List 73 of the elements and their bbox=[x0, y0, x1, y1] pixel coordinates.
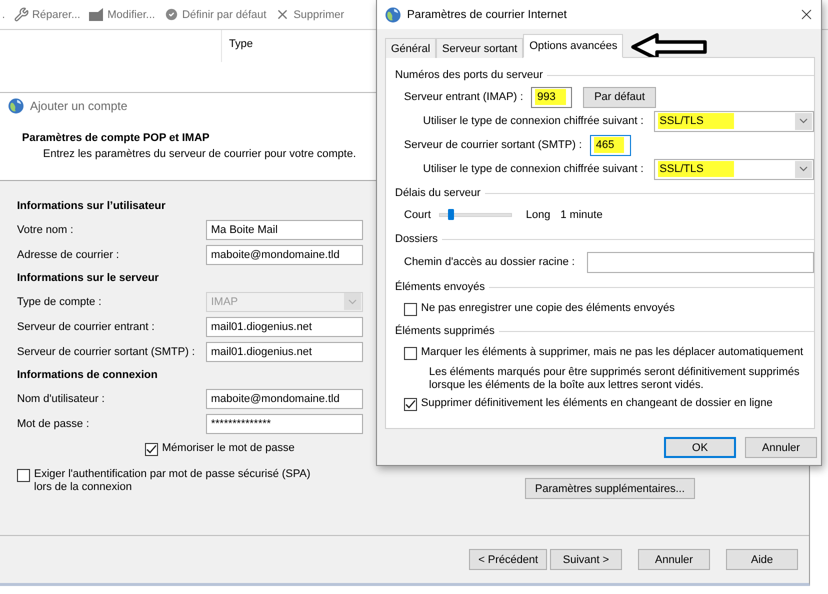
globe-icon bbox=[8, 98, 24, 114]
checkbox[interactable] bbox=[145, 443, 158, 456]
caret-icon bbox=[795, 112, 812, 130]
checkbox-label: Exiger l'authentification par mot de passe sécurisé (SPA) lors de la connexion bbox=[34, 468, 310, 494]
dialog-button[interactable]: OK bbox=[664, 437, 736, 458]
checkbox[interactable] bbox=[17, 469, 30, 482]
column-header[interactable]: Type bbox=[221, 30, 371, 62]
field-label: Serveur entrant (IMAP) : bbox=[404, 91, 524, 103]
globe-icon bbox=[385, 6, 401, 22]
wizard-button[interactable]: < Précédent bbox=[469, 549, 547, 570]
field-label: Chemin d'accès au dossier racine : bbox=[404, 256, 575, 268]
slider-thumb[interactable] bbox=[448, 209, 454, 220]
wizard-button[interactable]: Annuler bbox=[638, 549, 710, 570]
group-title: Dossiers bbox=[395, 233, 438, 245]
dropdown-value: SSL/TLS bbox=[658, 113, 734, 129]
tab[interactable]: Serveur sortant bbox=[436, 38, 524, 58]
input-field[interactable]: mail01.diogenius.net bbox=[206, 342, 363, 362]
field-label: Serveur de courrier sortant (SMTP) : bbox=[404, 139, 582, 151]
field-label: Utiliser le type de connexion chiffrée suivant : bbox=[423, 163, 644, 175]
field-label: Type de compte : bbox=[17, 296, 102, 308]
input-field[interactable]: mail01.diogenius.net bbox=[206, 316, 363, 336]
encryption-dropdown[interactable]: SSL/TLS bbox=[654, 110, 814, 132]
input-field[interactable]: ************** bbox=[206, 414, 363, 434]
port-value: 993 bbox=[535, 89, 566, 105]
field-label: Serveur de courrier entrant : bbox=[17, 320, 156, 332]
field-label: Votre nom : bbox=[17, 224, 74, 236]
caret-icon bbox=[344, 293, 361, 310]
input-field[interactable]: maboite@mondomaine.tld bbox=[206, 388, 363, 408]
group-title: Éléments supprimés bbox=[395, 325, 495, 337]
checkbox[interactable] bbox=[404, 347, 417, 360]
more-settings-button[interactable]: Paramètres supplémentaires... bbox=[525, 478, 695, 499]
field-label: Nom d'utilisateur : bbox=[17, 392, 106, 404]
field-label: Adresse de courrier : bbox=[17, 248, 120, 260]
group-title: Délais du serveur bbox=[395, 187, 481, 199]
field-label: Serveur de courrier sortant (SMTP) : bbox=[17, 346, 196, 358]
input-field[interactable]: maboite@mondomaine.tld bbox=[206, 244, 363, 264]
checkbox-label: Ne pas enregistrer une copie des éléments envoyés bbox=[421, 302, 675, 315]
check-circle-icon bbox=[164, 7, 180, 22]
group-title: Éléments envoyés bbox=[395, 281, 485, 293]
root-folder-field[interactable] bbox=[586, 252, 814, 272]
tab[interactable]: Général bbox=[385, 38, 436, 58]
wizard-button[interactable]: Suivant > bbox=[550, 549, 622, 570]
checkbox[interactable] bbox=[404, 303, 417, 316]
section-title: Informations de connexion bbox=[17, 368, 159, 383]
slider-max-label: Long bbox=[526, 209, 550, 221]
default-button[interactable]: Par défaut bbox=[583, 86, 656, 108]
dropdown-value: SSL/TLS bbox=[658, 161, 734, 177]
group-title: Numéros des ports du serveur bbox=[395, 69, 543, 81]
window-title: Ajouter un compte bbox=[30, 99, 128, 113]
note-text: Les éléments marqués pour être supprimés seront définitivement supprimés lorsque les éléments de la boîte aux lettres seront vidés. bbox=[429, 366, 801, 392]
port-field[interactable]: 465 bbox=[590, 134, 631, 156]
checkbox[interactable] bbox=[404, 398, 417, 411]
block-icon bbox=[89, 8, 104, 21]
port-value: 465 bbox=[594, 137, 624, 153]
port-field[interactable]: 993 bbox=[531, 86, 572, 108]
wrench-icon bbox=[14, 7, 30, 22]
checkbox-label: Supprimer définitivement les éléments en changeant de dossier en ligne bbox=[421, 397, 773, 410]
slider-min-label: Court bbox=[404, 209, 431, 221]
checkbox-label: Mémoriser le mot de passe bbox=[162, 442, 295, 455]
field-label: Utiliser le type de connexion chiffrée suivant : bbox=[423, 115, 644, 127]
page-subtitle: Entrez les paramètres du serveur de courrier pour votre compte. bbox=[43, 148, 356, 160]
page-heading: Paramètres de compte POP et IMAP bbox=[22, 132, 210, 144]
timeout-reading: 1 minute bbox=[560, 209, 603, 221]
wizard-button[interactable]: Aide bbox=[726, 549, 798, 570]
caret-icon bbox=[795, 160, 812, 178]
input-field[interactable]: Ma Boite Mail bbox=[206, 220, 363, 240]
encryption-dropdown[interactable]: SSL/TLS bbox=[654, 158, 814, 180]
tab[interactable]: Options avancées bbox=[523, 34, 624, 58]
dialog-button[interactable]: Annuler bbox=[745, 437, 817, 458]
section-title: Informations sur l’utilisateur bbox=[17, 199, 167, 214]
window-title: Paramètres de courrier Internet bbox=[407, 8, 568, 20]
field-label: Mot de passe : bbox=[17, 418, 90, 430]
checkbox-label: Marquer les éléments à supprimer, mais ne pas les déplacer automatiquement bbox=[421, 346, 804, 359]
